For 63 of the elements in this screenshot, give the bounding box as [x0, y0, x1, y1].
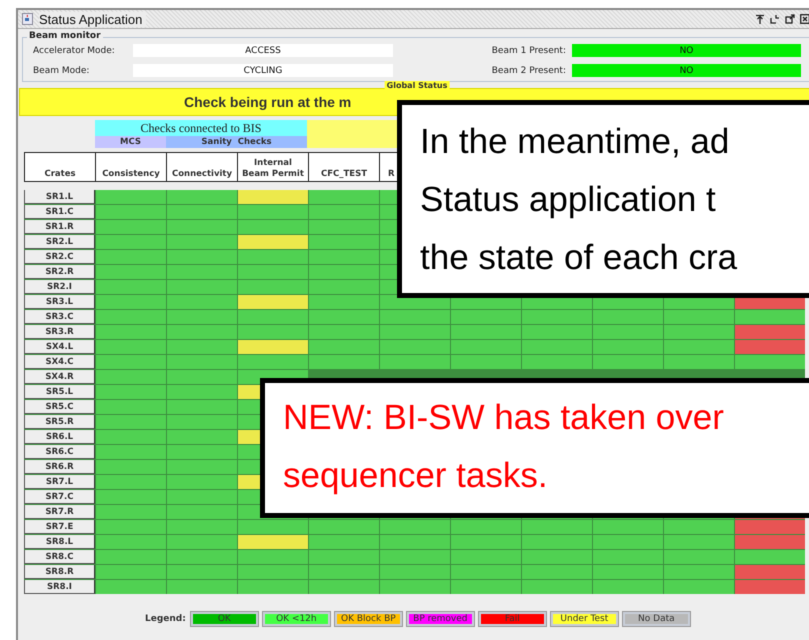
crate-name: SX4.C [24, 355, 95, 369]
crate-name: SR3.R [24, 325, 95, 339]
window-title: Status Application [39, 12, 146, 26]
crate-name: SR8.C [24, 550, 95, 564]
subgroup-header: MCS [95, 136, 166, 148]
column-header: Consistency [95, 153, 166, 181]
panel-title: Global Status [384, 81, 450, 90]
crate-name: SR8.L [24, 535, 95, 549]
legend-item: BP removed [406, 612, 474, 626]
field-label: Accelerator Mode: [33, 46, 116, 56]
crate-name: SR5.R [24, 415, 95, 429]
minimize-icon[interactable] [770, 14, 780, 24]
crate-name: SR1.C [24, 205, 95, 219]
legend-title: Legend: [145, 614, 186, 624]
status-message: Check being run at the m [184, 94, 352, 110]
crate-name: SR3.C [24, 310, 95, 324]
legend-item: OK [190, 612, 258, 626]
maximize-icon[interactable] [785, 14, 795, 24]
crate-name: SR7.L [24, 475, 95, 489]
column-header: CFC_TEST [308, 153, 379, 181]
column-header: Internal Beam Permit [237, 153, 308, 181]
callout-text: the state of each cra [420, 237, 738, 279]
crate-name: SX4.R [24, 370, 95, 384]
crate-name: SX4.L [24, 340, 95, 354]
crate-name: SR2.R [24, 265, 95, 279]
crate-name: SR7.E [24, 520, 95, 534]
field-label: Beam Mode: [33, 66, 90, 76]
crate-name: SR2.C [24, 250, 95, 264]
crate-name: SR6.R [24, 460, 95, 474]
close-icon[interactable] [800, 14, 809, 24]
crate-name: SR3.L [24, 295, 95, 309]
column-header: Connectivity [166, 153, 237, 181]
crate-name: SR8.I [24, 580, 95, 594]
beam-status-value: NO [572, 44, 801, 57]
crate-name: SR6.C [24, 445, 95, 459]
crate-name: SR5.C [24, 400, 95, 414]
beam-status-value: NO [572, 64, 801, 77]
field-label: Beam 2 Present: [490, 66, 567, 76]
crate-name: SR8.R [24, 565, 95, 579]
legend-item: Fail [478, 612, 546, 626]
callout-text: NEW: BI-SW has taken over [283, 397, 724, 439]
field-label: Beam 1 Present: [490, 46, 567, 56]
column-header: Crates [24, 153, 95, 181]
crate-name: SR6.L [24, 430, 95, 444]
legend-item: OK <12h [262, 612, 330, 626]
legend-item: Under Test [550, 612, 618, 626]
pin-icon[interactable] [755, 14, 765, 24]
crate-name: SR2.I [24, 280, 95, 294]
subgroup-header: Sanity Checks [166, 136, 307, 148]
panel-title: Beam monitor [27, 31, 103, 41]
legend-item: No Data [622, 612, 690, 626]
field-value: CYCLING [133, 64, 393, 77]
crate-name: SR7.C [24, 490, 95, 504]
field-value: ACCESS [133, 44, 393, 57]
crate-name: SR1.L [24, 190, 95, 204]
crate-name: SR2.L [24, 235, 95, 249]
crate-name: SR5.L [24, 385, 95, 399]
crate-name: SR1.R [24, 220, 95, 234]
callout-text: sequencer tasks. [283, 455, 548, 497]
crate-name: SR7.R [24, 505, 95, 519]
group-header: Checks connected to BIS [95, 120, 307, 136]
callout-text: Status application t [420, 179, 716, 221]
legend-item: OK Block BP [334, 612, 402, 626]
